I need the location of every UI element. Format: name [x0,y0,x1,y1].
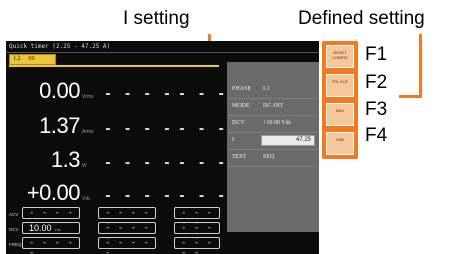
acv-box-2: - - - - - [98,207,156,228]
phase-tab-label: L1 [14,56,21,62]
reading-1-unit: Vrms [82,94,94,100]
dashes-c1-r3: - - - - [104,156,173,171]
param-value: DC-INT [263,103,284,109]
reading-3-unit: W [82,163,87,169]
reading-2-value: 1.37 [39,113,80,138]
freq-box-2: - - - - - [98,237,156,254]
f1-label: F1 [365,44,388,65]
dashes-c1-r2: - - - - [104,122,173,137]
defined-setting-callout: Defined setting [298,8,425,29]
dashes-c1-r4: - - - - [104,189,173,204]
reading-3-value: 1.3 [50,147,81,172]
freq-box-3: - - - - - [174,237,220,254]
dcv-box-1: 10.00 Vdc [22,222,80,234]
dcv-value: 10.00 [29,223,52,233]
param-label: DCV [232,120,245,126]
f4-softkey[interactable]: MIN [326,132,354,155]
acv-label: ACV [9,212,19,217]
param-value: L1 [263,86,270,92]
dcv-unit: Vdc [54,227,61,232]
defined-setting-leader-horizontal [399,95,422,98]
parameter-panel: PHASE L1 MODE DC-INT DCV +10.00 Vdc I 47… [227,62,319,232]
dcv-box-2: - - - - - [98,222,156,243]
acv-box-1: - - - - - [22,207,80,228]
screen-title: Quick timer (2.25 - 47.25 A) [6,41,319,53]
f2-softkey[interactable]: IPK CLR [326,74,354,97]
reading-4-value: +0.00 [26,180,81,205]
current-setting-input[interactable]: 47.25 [261,135,315,146]
reading-1-value: 0.00 [39,78,80,103]
function-key-panel: RESET CONFIG IPK CLR MAX MIN [322,41,358,159]
param-label: MODE [232,103,250,109]
param-row-test[interactable]: TEST SEQ [227,150,319,167]
f3-softkey[interactable]: MAX [326,103,354,126]
phase-tab[interactable]: L1 RE [9,54,56,65]
tab-underline [9,65,219,67]
f1-softkey[interactable]: RESET CONFIG [326,45,354,68]
acv-box-3: - - - - - [174,207,220,228]
dcv-box-3: - - - - - [174,222,220,243]
f4-label: F4 [365,125,388,146]
param-label: TEST [232,154,247,160]
param-row-phase[interactable]: PHASE L1 [227,82,319,99]
freq-label: FREQ [9,242,22,247]
f3-label: F3 [365,99,388,120]
reading-2-unit: Arms [82,129,94,135]
param-row-current[interactable]: I 47.25 [227,133,319,150]
param-value: +10.00 Vdc [263,120,292,126]
param-label: I [232,137,234,143]
dashes-c1-r1: - - - - [104,87,173,102]
param-label: PHASE [232,86,252,92]
reading-4-unit: Vdc [82,196,91,202]
instrument-screen: Quick timer (2.25 - 47.25 A) L1 RE 0.00 … [6,41,319,254]
i-setting-callout: I setting [123,8,190,29]
defined-setting-leader-vertical [419,34,422,98]
phase-tab-badge: RE [28,56,36,62]
param-row-dcv[interactable]: DCV +10.00 Vdc [227,116,319,133]
dcv-label: DCV [9,227,19,232]
freq-box-1: - - - - - [22,237,80,254]
f2-label: F2 [365,72,388,93]
param-row-mode[interactable]: MODE DC-INT [227,99,319,116]
param-value: SEQ [263,154,275,160]
